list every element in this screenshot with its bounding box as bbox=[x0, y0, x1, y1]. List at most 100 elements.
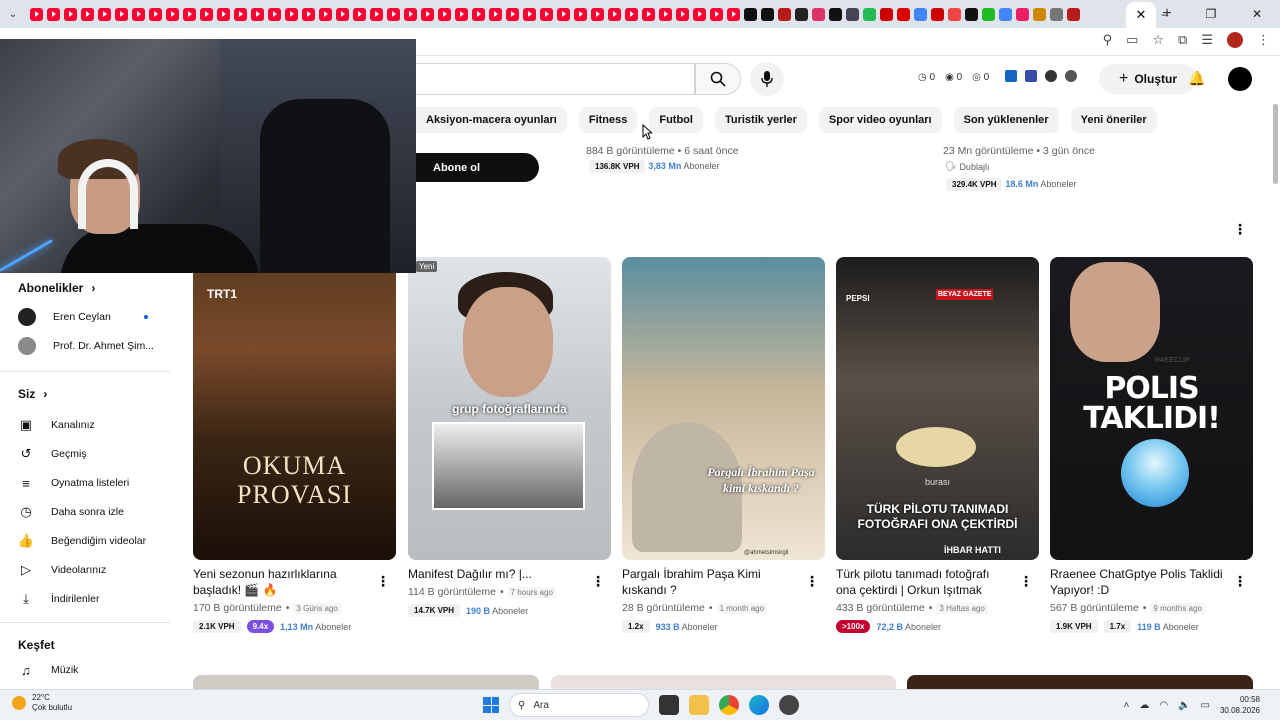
tab-favicon-icon[interactable] bbox=[914, 7, 927, 21]
you-title[interactable]: Siz › bbox=[18, 387, 47, 401]
tab-favicon-icon[interactable] bbox=[863, 7, 876, 21]
tab-favicon-icon[interactable] bbox=[931, 7, 944, 21]
youtube-tab-icon[interactable] bbox=[523, 7, 536, 21]
video-menu-icon[interactable]: ⋮ bbox=[1019, 574, 1033, 588]
tab-favicon-icon[interactable] bbox=[965, 7, 978, 21]
tab-favicon-icon[interactable] bbox=[846, 7, 859, 21]
tab-favicon-icon[interactable] bbox=[795, 7, 808, 21]
video-title[interactable]: Türk pilotu tanımadı fotoğrafı ona çekti… bbox=[836, 566, 1011, 598]
page-scrollbar[interactable] bbox=[1270, 100, 1280, 689]
youtube-tab-icon[interactable] bbox=[438, 7, 451, 21]
youtube-tab-icon[interactable] bbox=[183, 7, 196, 21]
youtube-tab-icon[interactable] bbox=[574, 7, 587, 21]
extension-sparkle-icon[interactable] bbox=[1065, 70, 1077, 82]
subscribe-button[interactable]: Abone ol bbox=[416, 153, 539, 182]
youtube-tab-icon[interactable] bbox=[676, 7, 689, 21]
task-view-icon[interactable] bbox=[659, 695, 679, 715]
sidebar-item-music[interactable]: ♫ Müzik bbox=[18, 660, 78, 680]
sidebar-item-playlists[interactable]: ≡ Oynatma listeleri bbox=[18, 473, 129, 493]
video-thumbnail[interactable]: Pargalı İbrahim Paşa kimi kıskandı ? @ah… bbox=[622, 257, 825, 560]
sidebar-item-eren-ceylan[interactable]: Eren Ceylan bbox=[18, 307, 148, 327]
youtube-tab-icon[interactable] bbox=[302, 7, 315, 21]
youtube-tab-icon[interactable] bbox=[693, 7, 706, 21]
cloud-icon[interactable]: ☁ bbox=[1139, 700, 1149, 711]
youtube-tab-icon[interactable] bbox=[217, 7, 230, 21]
profile-avatar[interactable] bbox=[1228, 67, 1252, 91]
youtube-tab-icon[interactable] bbox=[166, 7, 179, 21]
maximize-button[interactable]: ❐ bbox=[1188, 0, 1234, 28]
weather-widget[interactable]: 22°C Çok bulutlu bbox=[12, 693, 72, 713]
youtube-tab-icon[interactable] bbox=[251, 7, 264, 21]
battery-icon[interactable]: ▭ bbox=[1201, 700, 1210, 711]
wifi-icon[interactable]: ◠ bbox=[1159, 700, 1168, 711]
search-button[interactable] bbox=[695, 63, 741, 95]
youtube-tab-icon[interactable] bbox=[336, 7, 349, 21]
extension-blue-icon[interactable] bbox=[1005, 70, 1017, 82]
video-title[interactable]: Rraenee ChatGptye Polis Taklidi Yapıyor!… bbox=[1050, 566, 1225, 598]
taskbar-search[interactable]: ⚲ Ara bbox=[509, 693, 649, 717]
minimize-button[interactable]: – bbox=[1142, 0, 1188, 28]
tab-favicon-icon[interactable] bbox=[778, 7, 791, 21]
youtube-tab-icon[interactable] bbox=[540, 7, 553, 21]
youtube-tab-icon[interactable] bbox=[659, 7, 672, 21]
browser-profile-avatar[interactable] bbox=[1227, 32, 1243, 48]
youtube-tab-icon[interactable] bbox=[353, 7, 366, 21]
youtube-tab-icon[interactable] bbox=[115, 7, 128, 21]
section-menu-icon[interactable]: ⋮ bbox=[1233, 222, 1247, 236]
video-title[interactable]: Pargalı İbrahim Paşa Kimi kıskandı ? bbox=[622, 566, 797, 598]
scrollbar-thumb[interactable] bbox=[1273, 104, 1278, 184]
search-input[interactable] bbox=[416, 63, 695, 95]
extensions-icon[interactable]: ⧉ bbox=[1178, 32, 1187, 48]
chip-4[interactable]: Spor video oyunları bbox=[818, 107, 942, 133]
tab-favicon-icon[interactable] bbox=[880, 7, 893, 21]
create-button[interactable]: + Oluştur bbox=[1099, 64, 1197, 94]
youtube-tab-icon[interactable] bbox=[268, 7, 281, 21]
sidebar-item-history[interactable]: ↺ Geçmiş bbox=[18, 444, 87, 464]
video-thumbnail-partial[interactable] bbox=[907, 675, 1253, 689]
tab-favicon-icon[interactable] bbox=[761, 7, 774, 21]
youtube-tab-icon[interactable] bbox=[608, 7, 621, 21]
video-thumbnail[interactable]: PEPSI BEYAZ GAZETE burası TÜRK PİLOTU TA… bbox=[836, 257, 1039, 560]
youtube-tab-icon[interactable] bbox=[710, 7, 723, 21]
tab-favicon-icon[interactable] bbox=[999, 7, 1012, 21]
sidebar-item-watch-later[interactable]: ◷ Daha sonra izle bbox=[18, 502, 124, 522]
edge-icon[interactable] bbox=[749, 695, 769, 715]
tab-favicon-icon[interactable] bbox=[829, 7, 842, 21]
chevron-up-icon[interactable]: ˄ bbox=[1123, 700, 1129, 711]
sidebar-item-download[interactable]: ⤓ İndirilenler bbox=[18, 589, 99, 609]
youtube-tab-icon[interactable] bbox=[506, 7, 519, 21]
clock[interactable]: 00:58 30.08.2026 bbox=[1220, 694, 1260, 716]
video-title[interactable]: Manifest Dağılır mı? |... bbox=[408, 566, 583, 582]
volume-icon[interactable]: 🔈 bbox=[1178, 700, 1190, 711]
tab-favicon-icon[interactable] bbox=[982, 7, 995, 21]
youtube-tab-icon[interactable] bbox=[370, 7, 383, 21]
file-explorer-icon[interactable] bbox=[689, 695, 709, 715]
voice-search-button[interactable] bbox=[750, 62, 784, 96]
tab-favicon-icon[interactable] bbox=[812, 7, 825, 21]
youtube-tab-icon[interactable] bbox=[234, 7, 247, 21]
tab-favicon-icon[interactable] bbox=[897, 7, 910, 21]
youtube-tab-icon[interactable] bbox=[625, 7, 638, 21]
notifications-bell-icon[interactable]: 🔔 bbox=[1188, 70, 1205, 87]
extension-list-icon[interactable] bbox=[1025, 70, 1037, 82]
video-thumbnail[interactable]: grup fotoğraflarında bbox=[408, 257, 611, 560]
tab-favicon-icon[interactable] bbox=[744, 7, 757, 21]
zoom-icon[interactable]: ⚲ bbox=[1103, 32, 1113, 48]
browser-menu-icon[interactable]: ⋮ bbox=[1257, 32, 1270, 48]
chip-5[interactable]: Son yüklenenler bbox=[953, 107, 1059, 133]
youtube-tab-icon[interactable] bbox=[149, 7, 162, 21]
youtube-tab-icon[interactable] bbox=[642, 7, 655, 21]
video-menu-icon[interactable]: ⋮ bbox=[591, 574, 605, 588]
video-thumbnail[interactable]: TRT1 OKUMA PROVASI bbox=[193, 257, 396, 560]
video-menu-icon[interactable]: ⋮ bbox=[1233, 574, 1247, 588]
sidebar-item-ahmet[interactable]: Prof. Dr. Ahmet Şim... bbox=[18, 336, 154, 356]
youtube-tab-icon[interactable] bbox=[319, 7, 332, 21]
youtube-tab-icon[interactable] bbox=[387, 7, 400, 21]
youtube-tab-icon[interactable] bbox=[404, 7, 417, 21]
tab-search-icon[interactable]: ⌄ bbox=[2, 3, 24, 25]
cast-icon[interactable]: ▭ bbox=[1126, 32, 1138, 48]
chip-1[interactable]: Fitness bbox=[578, 107, 638, 133]
video-menu-icon[interactable]: ⋮ bbox=[376, 574, 390, 588]
youtube-tab-icon[interactable] bbox=[472, 7, 485, 21]
youtube-tab-icon[interactable] bbox=[30, 7, 43, 21]
